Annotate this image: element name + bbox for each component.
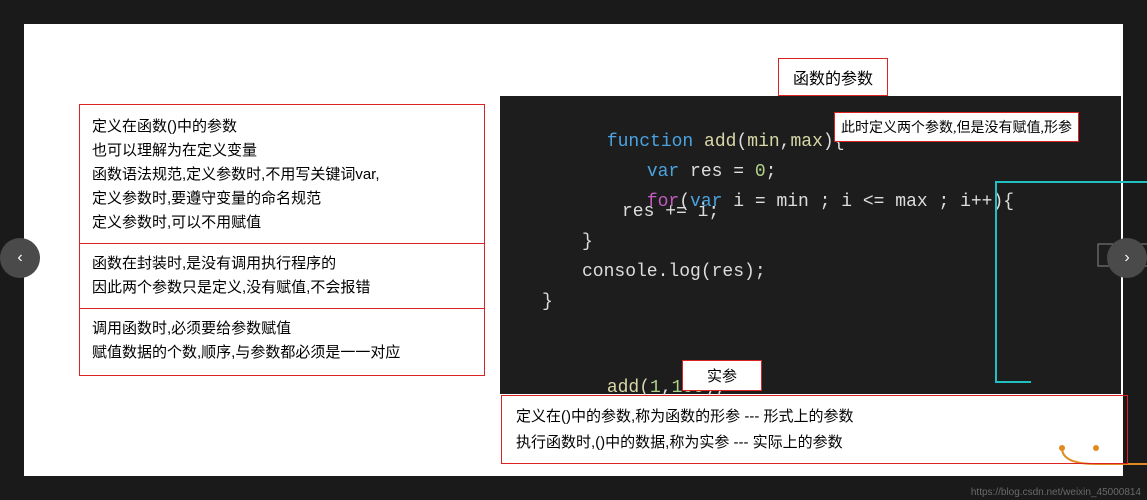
explanation-box: 定义在函数()中的参数 也可以理解为在定义变量 函数语法规范,定义参数时,不用写… [79,104,485,376]
explain-line: 定义参数时,要遵守变量的命名规范 [92,187,472,211]
top-label: 函数的参数 [778,58,888,96]
code-line: res += i; [622,202,719,222]
formal-param-note: 此时定义两个参数,但是没有赋值,形参 [834,112,1079,142]
explain-line: 定义参数时,可以不用赋值 [92,211,472,235]
chevron-left-icon: ‹ [17,249,22,267]
code-text: i = min ; i <= max ; i++ [722,192,992,212]
code-line: } [582,232,593,252]
explain-line: 调用函数时,必须要给参数赋值 [92,317,472,341]
explain-line: 因此两个参数只是定义,没有赋值,不会报错 [92,276,472,300]
chevron-right-icon: › [1124,249,1129,267]
punct: ){ [992,192,1014,212]
punct: , [780,132,791,152]
next-button[interactable]: › [1107,238,1147,278]
explain-line: 函数在封装时,是没有调用执行程序的 [92,252,472,276]
actual-param-note: 实参 [682,360,762,391]
code-line: } [542,292,553,312]
explain-line: 赋值数据的个数,顺序,与参数都必须是一一对应 [92,341,472,365]
bottom-summary: 定义在()中的参数,称为函数的形参 --- 形式上的参数 执行函数时,()中的数… [501,395,1128,464]
summary-line: 定义在()中的参数,称为函数的形参 --- 形式上的参数 [516,404,1113,430]
explain-line: 也可以理解为在定义变量 [92,139,472,163]
code-line: console.log(res); [582,262,766,282]
explain-line: 函数语法规范,定义参数时,不用写关键词var, [92,163,472,187]
watermark: https://blog.csdn.net/weixin_45000814 [971,487,1141,498]
explain-line: 定义在函数()中的参数 [92,115,472,139]
slide: 函数的参数 定义在函数()中的参数 也可以理解为在定义变量 函数语法规范,定义参… [24,24,1123,476]
prev-button[interactable]: ‹ [0,238,40,278]
summary-line: 执行函数时,()中的数据,称为实参 --- 实际上的参数 [516,430,1113,456]
param-max: max [790,132,822,152]
